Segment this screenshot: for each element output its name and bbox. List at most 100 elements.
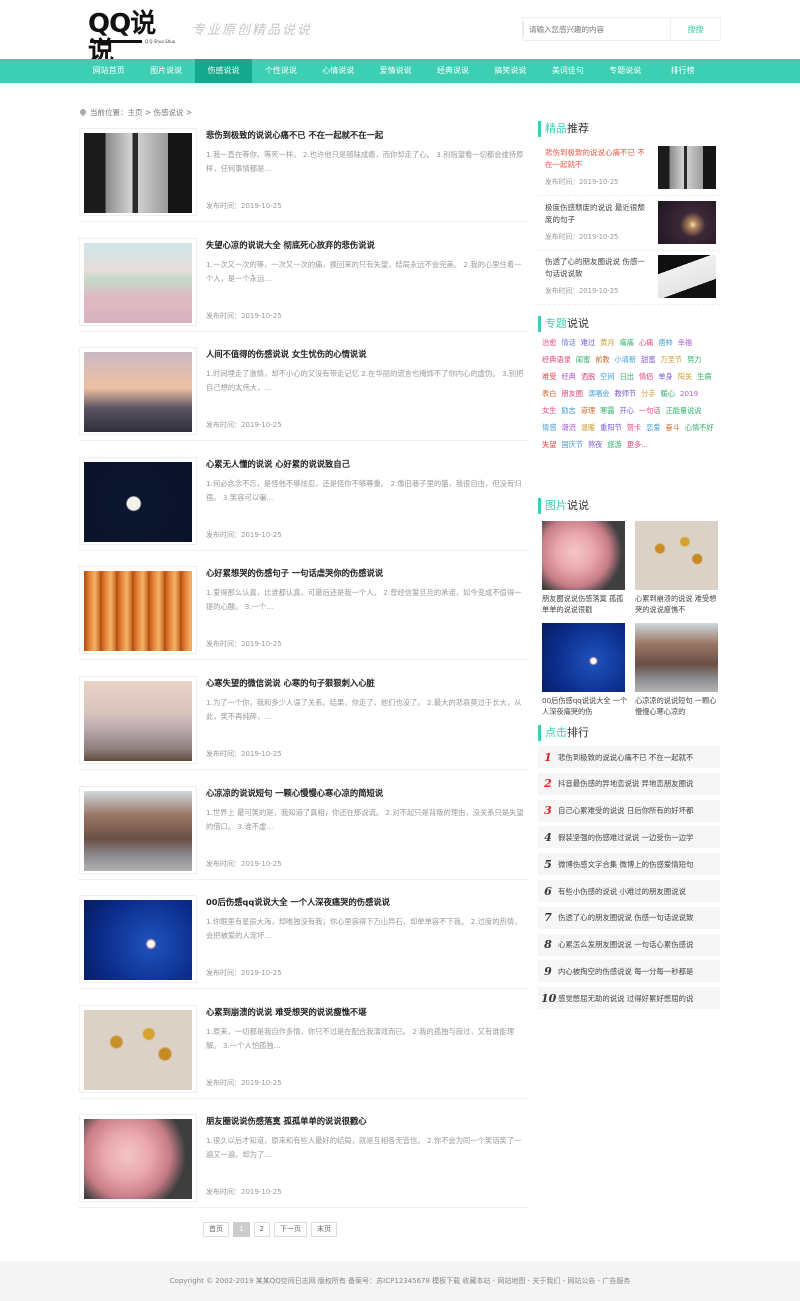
topic-tag[interactable]: 心情不好: [685, 421, 714, 434]
ranking-item[interactable]: 8 心累怎么发朋友圈说说 一句话心累伤感说: [538, 933, 720, 956]
topic-tag[interactable]: 表白: [542, 387, 556, 400]
topic-tag[interactable]: 熬夜: [588, 438, 602, 451]
topic-tag[interactable]: 潮流: [561, 421, 575, 434]
ranking-item[interactable]: 10 感觉憋屈无助的说说 过得好累好憋屈的说: [538, 987, 720, 1010]
article-thumbnail[interactable]: [79, 347, 197, 436]
nav-item-5[interactable]: 爱情说说: [367, 59, 424, 83]
article-title[interactable]: 失望心凉的说说大全 彻底死心放弃的悲伤说说: [206, 239, 375, 251]
nav-item-2[interactable]: 伤感说说: [194, 59, 253, 83]
topic-tag[interactable]: 难受: [542, 370, 556, 383]
pager-next[interactable]: 下一页: [273, 1222, 307, 1237]
topic-tag[interactable]: 甜蜜: [641, 353, 655, 366]
topic-tag[interactable]: 朋友圈: [561, 387, 583, 400]
picture-image[interactable]: [542, 521, 625, 590]
breadcrumb-text[interactable]: 当前位置：主页 > 伤感说说 >: [90, 107, 192, 118]
ranking-item[interactable]: 7 伤透了心的朋友圈说说 伤感一句话说说致: [538, 906, 720, 929]
topic-tag[interactable]: 2019: [680, 387, 698, 400]
topic-tag[interactable]: 经典语录: [542, 353, 571, 366]
topic-tag[interactable]: 女生: [542, 404, 556, 417]
pager-last[interactable]: 末页: [310, 1222, 337, 1237]
pager-page-2[interactable]: 2: [253, 1222, 270, 1237]
topic-tag[interactable]: 心痛: [639, 336, 653, 349]
topic-tag[interactable]: 痛痛: [620, 336, 634, 349]
article-title[interactable]: 00后伤感qq说说大全 一个人深夜痛哭的伤感说说: [206, 896, 390, 908]
featured-item[interactable]: 伤透了心的朋友圈说说 伤感一句话说说致 发布时间：2019-10-25: [538, 251, 720, 305]
pager-first[interactable]: 首页: [203, 1222, 230, 1237]
ranking-item[interactable]: 1 悲伤到极致的说说心痛不已 不在一起就不: [538, 746, 720, 768]
topic-tag[interactable]: 闺蜜: [576, 353, 590, 366]
topic-tag[interactable]: 更多...: [627, 438, 648, 451]
rank-title[interactable]: 伤透了心的朋友圈说说 伤感一句话说说致: [558, 912, 693, 923]
topic-tag[interactable]: 道理: [581, 404, 595, 417]
topic-tag[interactable]: 努力: [687, 353, 701, 366]
topic-tag[interactable]: 励志: [561, 404, 575, 417]
article-title[interactable]: 心累到崩溃的说说 难受想哭的说说瘦憔不堪: [206, 1006, 367, 1018]
pager-page-1[interactable]: 1: [233, 1222, 250, 1237]
rank-title[interactable]: 心累怎么发朋友圈说说 一句话心累伤感说: [558, 939, 693, 950]
article-title[interactable]: 心好累想哭的伤感句子 一句话虐哭你的伤感说说: [206, 567, 383, 579]
rank-title[interactable]: 抖音最伤感的异地恋说说 异地恋朋友圈说: [558, 778, 693, 789]
rank-title[interactable]: 内心被掏空的伤感说说 每一分每一秒都是: [558, 966, 693, 977]
topic-tag[interactable]: 旅游: [607, 438, 621, 451]
topic-tag[interactable]: 失望: [542, 438, 556, 451]
topic-tag[interactable]: 小清新: [615, 353, 637, 366]
topic-tag[interactable]: 治愈: [542, 336, 556, 349]
picture-caption[interactable]: 朋友圈说说伤感落寞 孤孤单单的说说很戳: [542, 593, 629, 615]
featured-image[interactable]: [658, 255, 716, 298]
picture-image[interactable]: [542, 623, 625, 692]
topic-tag[interactable]: 正能量说说: [666, 404, 702, 417]
topic-tag[interactable]: 万圣节: [661, 353, 683, 366]
topic-tag[interactable]: 空间: [600, 370, 614, 383]
picture-caption[interactable]: 心凉凉的说说短句 一颗心慢慢心寒心凉的: [635, 695, 722, 717]
topic-tag[interactable]: 痞帅: [658, 336, 672, 349]
ranking-item[interactable]: 5 微博伤感文字合集 微博上的伤感爱情短句: [538, 853, 720, 876]
topic-tag[interactable]: 阳关: [678, 370, 692, 383]
topic-tag[interactable]: 重阳节: [600, 421, 622, 434]
ranking-item[interactable]: 3 自己心累难受的说说 日后你所有的好坏都: [538, 799, 720, 822]
article-title[interactable]: 心累无人懂的说说 心好累的说说致自己: [206, 458, 350, 470]
article-thumbnail[interactable]: [79, 1114, 197, 1203]
topic-tag[interactable]: 日出: [620, 370, 634, 383]
featured-item[interactable]: 极度伤感颓废的说说 最近很颓废的句子 发布时间：2019-10-25: [538, 197, 720, 251]
ranking-item[interactable]: 4 假装坚强的伤感难过说说 一边受伤一边学: [538, 826, 720, 849]
picture-item[interactable]: 00后伤感qq说说大全 一个人深夜痛哭的伤: [542, 623, 629, 717]
rank-title[interactable]: 悲伤到极致的说说心痛不已 不在一起就不: [558, 752, 693, 763]
topic-tag[interactable]: 情感: [542, 421, 556, 434]
rank-title[interactable]: 自己心累难受的说说 日后你所有的好坏都: [558, 805, 693, 816]
topic-tag[interactable]: 奋斗: [666, 421, 680, 434]
article-title[interactable]: 心凉凉的说说短句 一颗心慢慢心寒心凉的简短说: [206, 787, 383, 799]
rank-title[interactable]: 微博伤感文字合集 微博上的伤感爱情短句: [558, 859, 693, 870]
ranking-item[interactable]: 6 有些小伤感的说说 小难过的朋友圈说说: [538, 880, 720, 902]
topic-tag[interactable]: 黄月: [600, 336, 614, 349]
featured-image[interactable]: [658, 146, 716, 189]
picture-item[interactable]: 心累到崩溃的说说 难受想哭的说说瘦憔不: [635, 521, 722, 615]
picture-item[interactable]: 心凉凉的说说短句 一颗心慢慢心寒心凉的: [635, 623, 722, 717]
article-title[interactable]: 朋友圈说说伤感落寞 孤孤单单的说说很戳心: [206, 1115, 367, 1127]
article-title[interactable]: 人间不值得的伤感说说 女生忧伤的心情说说: [206, 348, 367, 360]
nav-item-4[interactable]: 心情说说: [310, 59, 367, 83]
nav-item-7[interactable]: 搞笑说说: [482, 59, 539, 83]
article-thumbnail[interactable]: [79, 566, 197, 655]
article-thumbnail[interactable]: [79, 895, 197, 984]
topic-tag[interactable]: 分手: [641, 387, 655, 400]
site-logo[interactable]: QQ说说 Q Q Shuo Shuo: [88, 10, 178, 66]
article-thumbnail[interactable]: [79, 1004, 197, 1093]
nav-item-10[interactable]: 排行榜: [654, 59, 711, 83]
topic-tag[interactable]: 难过: [581, 336, 595, 349]
rank-title[interactable]: 假装坚强的伤感难过说说 一边受伤一边学: [558, 832, 693, 843]
picture-image[interactable]: [635, 521, 718, 590]
picture-caption[interactable]: 00后伤感qq说说大全 一个人深夜痛哭的伤: [542, 695, 629, 717]
picture-image[interactable]: [635, 623, 718, 692]
rank-title[interactable]: 有些小伤感的说说 小难过的朋友圈说说: [558, 886, 686, 897]
topic-tag[interactable]: 情话: [561, 336, 575, 349]
topic-tag[interactable]: 暖心: [661, 387, 675, 400]
ranking-item[interactable]: 2 抖音最伤感的异地恋说说 异地恋朋友圈说: [538, 772, 720, 795]
article-thumbnail[interactable]: [79, 237, 197, 326]
topic-tag[interactable]: 贺卡: [627, 421, 641, 434]
topic-tag[interactable]: 演唱会: [588, 387, 610, 400]
article-thumbnail[interactable]: [79, 456, 197, 545]
picture-item[interactable]: 朋友圈说说伤感落寞 孤孤单单的说说很戳: [542, 521, 629, 615]
topic-tag[interactable]: 国庆节: [561, 438, 583, 451]
topic-tag[interactable]: 恋爱: [646, 421, 660, 434]
topic-tag[interactable]: 前教: [595, 353, 609, 366]
